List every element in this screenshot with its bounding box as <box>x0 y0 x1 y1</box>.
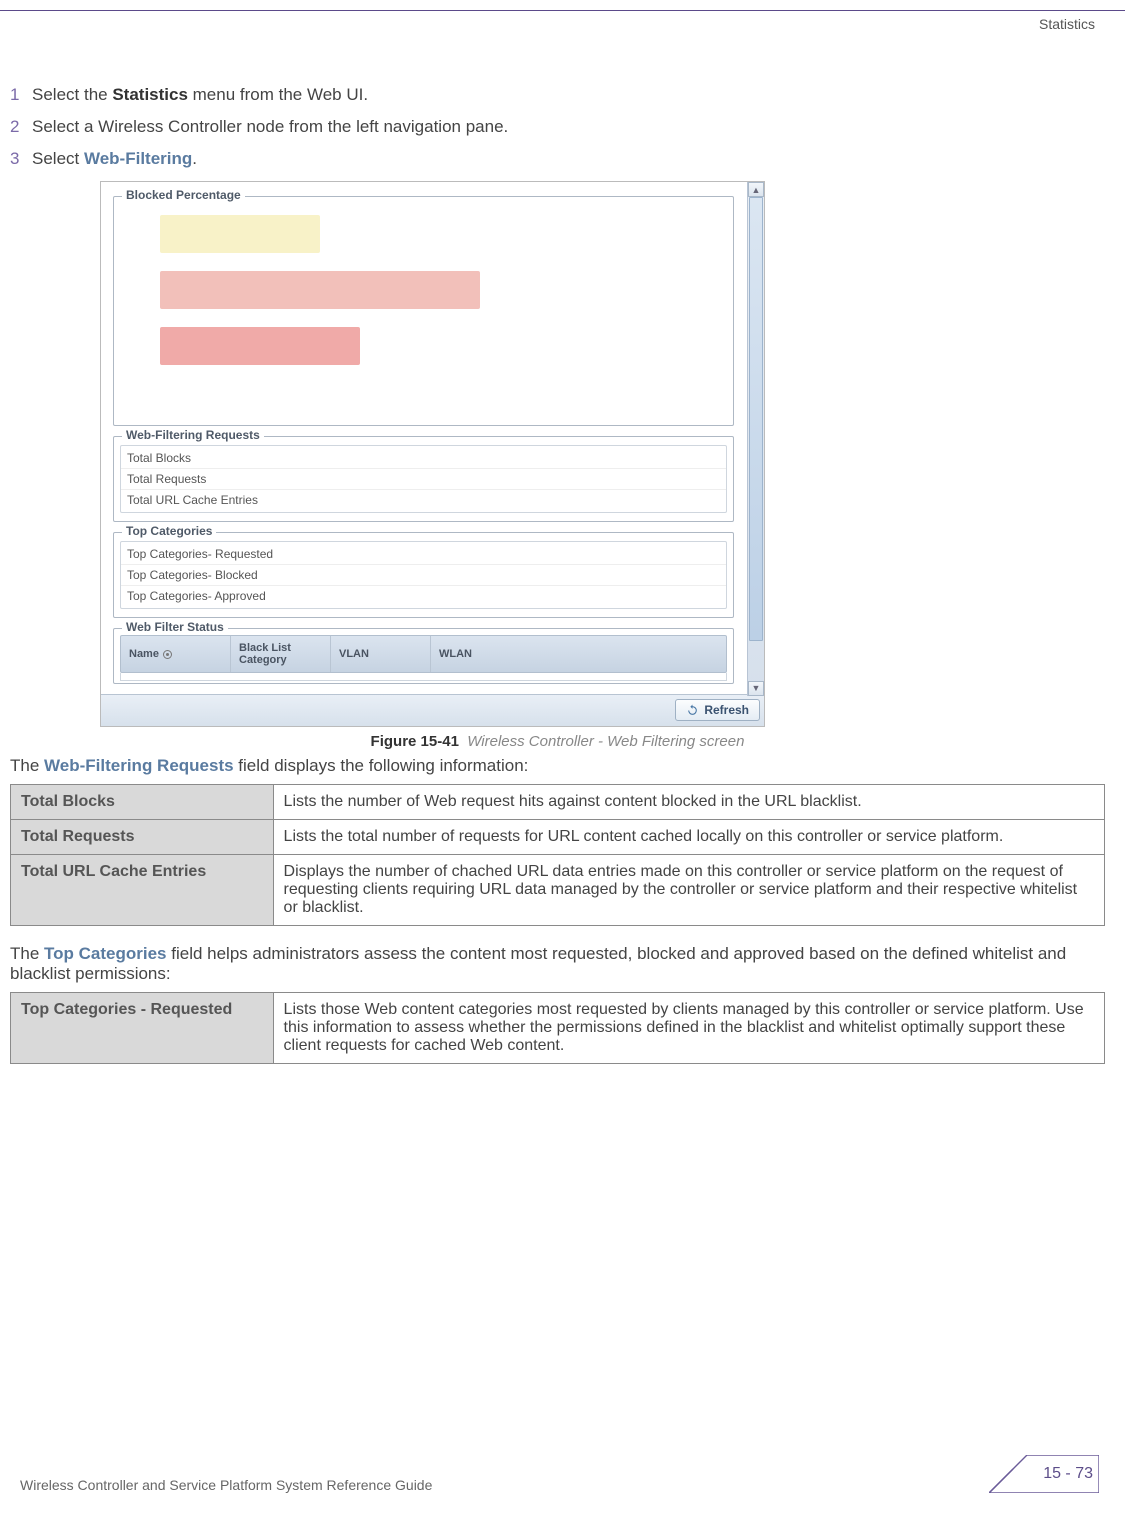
field-desc: Displays the number of chached URL data … <box>273 854 1104 925</box>
field-desc: Lists the total number of requests for U… <box>273 819 1104 854</box>
chart-bar <box>160 215 320 253</box>
step-number: 2 <box>10 117 32 137</box>
list-item: Total URL Cache Entries <box>121 489 726 510</box>
scroll-down-icon[interactable]: ▼ <box>748 681 764 696</box>
field-desc: Lists the number of Web request hits aga… <box>273 784 1104 819</box>
paragraph: The Web-Filtering Requests field display… <box>10 756 1105 776</box>
step-text: Select Web-Filtering. <box>32 149 197 169</box>
web-filtering-requests-panel: Web-Filtering Requests Total Blocks Tota… <box>113 436 734 522</box>
web-filtering-screenshot: ▲ ▼ Blocked Percentage Web-Filtering Req… <box>100 181 765 727</box>
scrollbar[interactable]: ▲ ▼ <box>747 182 764 696</box>
blocked-percentage-panel: Blocked Percentage <box>113 196 734 426</box>
step-number: 3 <box>10 149 32 169</box>
bottom-toolbar: Refresh <box>101 694 764 726</box>
table-row: Total Blocks Lists the number of Web req… <box>11 784 1105 819</box>
scroll-thumb[interactable] <box>749 197 763 641</box>
refresh-icon <box>686 704 699 717</box>
list-item: Total Requests <box>121 468 726 489</box>
step-number: 1 <box>10 85 32 105</box>
step-text: Select the Statistics menu from the Web … <box>32 85 368 105</box>
step-text: Select a Wireless Controller node from t… <box>32 117 508 137</box>
web-filter-status-panel: Web Filter Status Name Black List Catego… <box>113 628 734 684</box>
requests-description-table: Total Blocks Lists the number of Web req… <box>10 784 1105 926</box>
table-row: Total URL Cache Entries Displays the num… <box>11 854 1105 925</box>
list-item: Top Categories- Requested <box>121 544 726 564</box>
paragraph: The Top Categories field helps administr… <box>10 944 1105 984</box>
field-desc: Lists those Web content categories most … <box>273 992 1104 1063</box>
refresh-button[interactable]: Refresh <box>675 699 760 721</box>
step-3: 3 Select Web-Filtering. <box>10 149 1105 169</box>
column-header[interactable]: WLAN <box>431 636 726 672</box>
chart-bar <box>160 327 360 365</box>
field-name: Top Categories - Requested <box>11 992 274 1063</box>
list-item: Top Categories- Approved <box>121 585 726 606</box>
list-item: Total Blocks <box>121 448 726 468</box>
section-header: Statistics <box>1039 16 1095 32</box>
table-row: Top Categories - Requested Lists those W… <box>11 992 1105 1063</box>
field-name: Total Requests <box>11 819 274 854</box>
field-name: Total Blocks <box>11 784 274 819</box>
status-table-header: Name Black List Category VLAN WLAN <box>120 635 727 673</box>
figure-caption: Figure 15-41 Wireless Controller - Web F… <box>10 733 1105 750</box>
sort-icon[interactable] <box>163 650 172 659</box>
panel-legend: Web-Filtering Requests <box>122 428 264 442</box>
column-header[interactable]: Black List Category <box>231 636 331 672</box>
column-header[interactable]: VLAN <box>331 636 431 672</box>
panel-legend: Web Filter Status <box>122 620 228 634</box>
categories-description-table: Top Categories - Requested Lists those W… <box>10 992 1105 1064</box>
chart-bar <box>160 271 480 309</box>
page-number-flag: 15 - 73 <box>989 1455 1099 1493</box>
top-categories-panel: Top Categories Top Categories- Requested… <box>113 532 734 618</box>
step-1: 1 Select the Statistics menu from the We… <box>10 85 1105 105</box>
panel-legend: Top Categories <box>122 524 216 538</box>
footer-title: Wireless Controller and Service Platform… <box>20 1477 432 1493</box>
step-2: 2 Select a Wireless Controller node from… <box>10 117 1105 137</box>
field-name: Total URL Cache Entries <box>11 854 274 925</box>
list-item: Top Categories- Blocked <box>121 564 726 585</box>
scroll-up-icon[interactable]: ▲ <box>748 182 764 197</box>
table-row: Total Requests Lists the total number of… <box>11 819 1105 854</box>
panel-legend: Blocked Percentage <box>122 188 245 202</box>
column-header[interactable]: Name <box>121 636 231 672</box>
